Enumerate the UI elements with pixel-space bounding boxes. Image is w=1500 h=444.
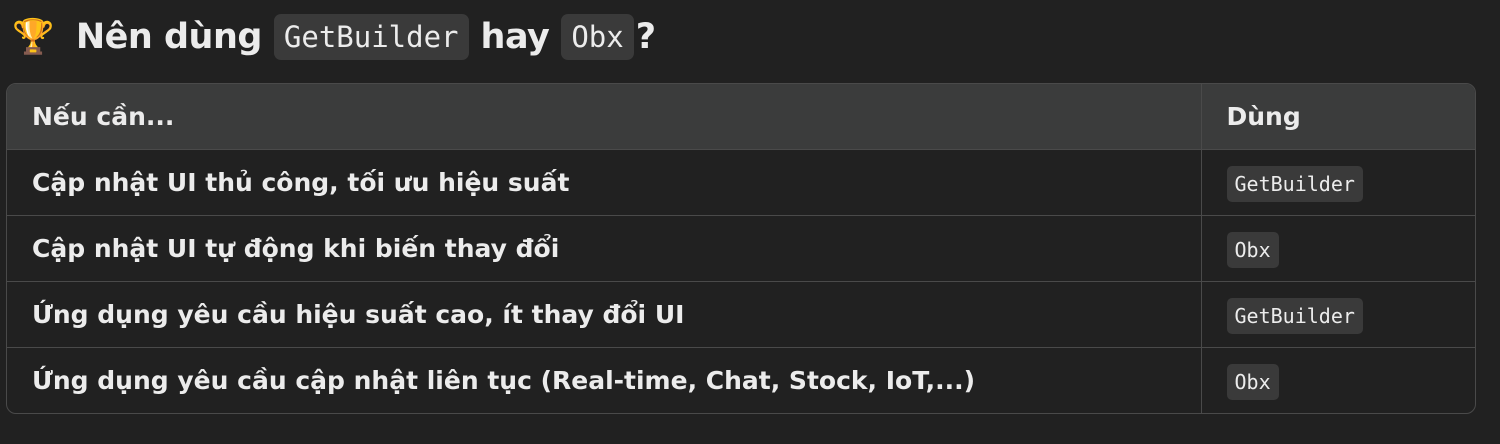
table-row: Ứng dụng yêu cầu cập nhật liên tục (Real…	[7, 347, 1475, 413]
need-cell: Ứng dụng yêu cầu cập nhật liên tục (Real…	[7, 347, 1202, 413]
column-header-need: Nếu cần...	[7, 84, 1202, 150]
table-row: Cập nhật UI thủ công, tối ưu hiệu suất G…	[7, 149, 1475, 216]
need-cell: Cập nhật UI tự động khi biến thay đổi	[7, 215, 1202, 282]
table-row: Cập nhật UI tự động khi biến thay đổi Ob…	[7, 215, 1475, 282]
use-cell: Obx	[1201, 347, 1475, 413]
page-heading: 🏆 Nên dùng GetBuilder hay Obx ?	[12, 10, 656, 64]
use-code: Obx	[1226, 364, 1279, 400]
use-code: GetBuilder	[1226, 298, 1363, 334]
heading-text-before: Nên dùng	[75, 17, 263, 57]
heading-code-obx: Obx	[561, 14, 634, 60]
table-header-row: Nếu cần... Dùng	[7, 84, 1475, 150]
heading-code-getbuilder: GetBuilder	[273, 14, 469, 60]
use-cell: GetBuilder	[1201, 281, 1475, 348]
need-cell: Ứng dụng yêu cầu hiệu suất cao, ít thay …	[7, 281, 1202, 348]
comparison-table: Nếu cần... Dùng Cập nhật UI thủ công, tố…	[6, 83, 1476, 414]
use-cell: GetBuilder	[1201, 150, 1475, 216]
use-code: GetBuilder	[1226, 166, 1363, 202]
table-row: Ứng dụng yêu cầu hiệu suất cao, ít thay …	[7, 281, 1475, 348]
use-cell: Obx	[1201, 215, 1475, 282]
use-code: Obx	[1226, 232, 1279, 268]
heading-text-middle: hay	[480, 17, 550, 57]
heading-text-after: ?	[635, 17, 656, 57]
need-cell: Cập nhật UI thủ công, tối ưu hiệu suất	[7, 149, 1202, 216]
column-header-use: Dùng	[1201, 84, 1475, 150]
trophy-icon: 🏆	[12, 17, 54, 57]
